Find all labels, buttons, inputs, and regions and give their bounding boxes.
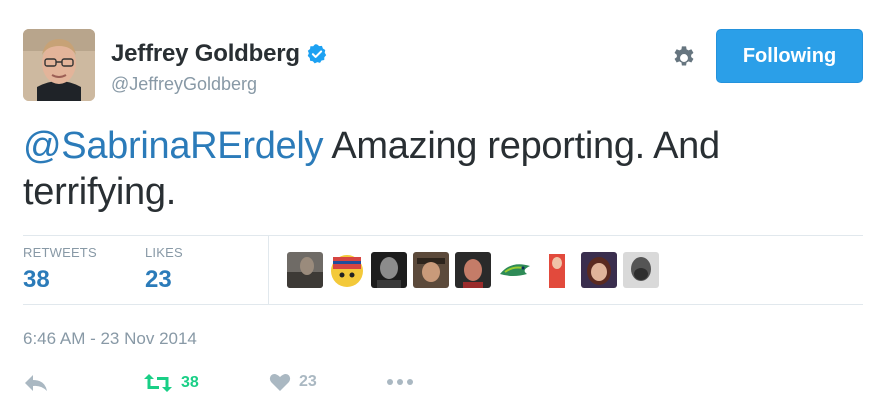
stats-separator: [268, 236, 269, 304]
like-action-count: 23: [299, 373, 317, 390]
like-button[interactable]: 23: [269, 372, 317, 392]
verified-badge-icon: [307, 44, 327, 64]
user-avatar[interactable]: [23, 29, 95, 101]
liker-avatar[interactable]: [371, 252, 407, 288]
retweets-label: RETWEETS: [23, 245, 97, 260]
user-display-name[interactable]: Jeffrey Goldberg: [111, 40, 300, 68]
tweet-header: Jeffrey Goldberg @JeffreyGoldberg Follow…: [23, 29, 863, 104]
liker-avatar[interactable]: [623, 252, 659, 288]
gear-icon[interactable]: [670, 44, 698, 72]
liker-avatar[interactable]: [287, 252, 323, 288]
tweet-text-line1: Amazing reporting. And: [323, 125, 720, 167]
name-row: Jeffrey Goldberg: [111, 40, 328, 68]
tweet-actions: 38 23: [23, 372, 523, 402]
tweet-stats: RETWEETS 38 LIKES 23: [23, 236, 863, 304]
liker-avatars: [287, 252, 659, 288]
retweet-icon: [144, 374, 172, 392]
divider-bottom: [23, 304, 863, 305]
reply-icon: [25, 375, 47, 391]
retweet-button[interactable]: 38: [143, 372, 199, 394]
liker-avatar[interactable]: [455, 252, 491, 288]
liker-avatar[interactable]: [413, 252, 449, 288]
likes-stat[interactable]: LIKES 23: [145, 245, 183, 294]
tweet-text-line2: terrifying.: [23, 171, 176, 213]
retweets-count: 38: [23, 266, 50, 293]
avatar-image: [23, 29, 95, 101]
heart-icon: [269, 374, 291, 391]
tweet-timestamp[interactable]: 6:46 AM - 23 Nov 2014: [23, 329, 197, 349]
more-icon: [387, 379, 413, 385]
reply-button[interactable]: [23, 372, 49, 394]
retweet-action-count: 38: [181, 374, 199, 391]
tweet-text: @SabrinaRErdely Amazing reporting. And t…: [23, 123, 843, 215]
likes-label: LIKES: [145, 245, 183, 260]
liker-avatar[interactable]: [581, 252, 617, 288]
retweets-stat[interactable]: RETWEETS 38: [23, 245, 97, 294]
following-button[interactable]: Following: [716, 29, 863, 83]
liker-avatar[interactable]: [329, 252, 365, 288]
liker-avatar[interactable]: [497, 252, 533, 288]
user-handle[interactable]: @JeffreyGoldberg: [111, 74, 257, 95]
likes-count: 23: [145, 266, 172, 293]
more-button[interactable]: [385, 376, 415, 388]
mention-link[interactable]: @SabrinaRErdely: [23, 125, 324, 167]
liker-avatar[interactable]: [539, 252, 575, 288]
